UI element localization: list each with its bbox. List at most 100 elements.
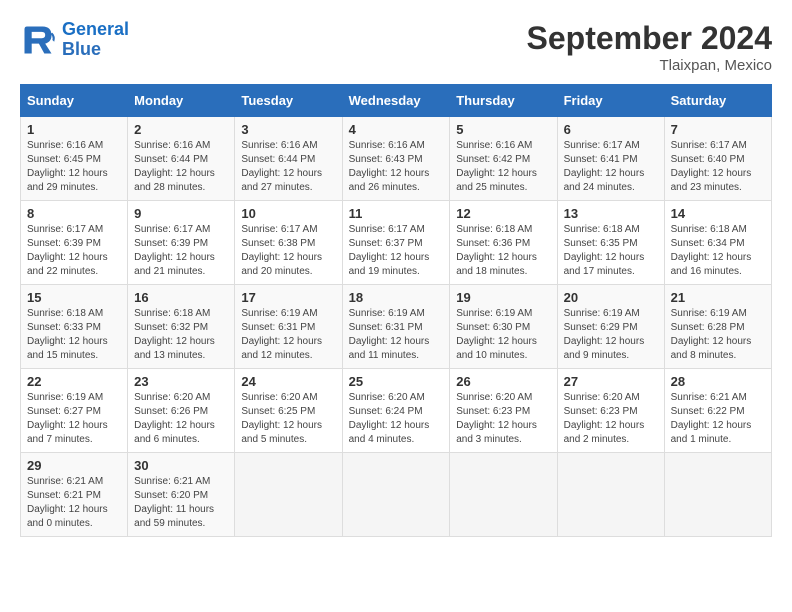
day-info: Sunrise: 6:20 AM Sunset: 6:23 PM Dayligh…: [456, 391, 550, 447]
weekday-header-row: Sunday Monday Tuesday Wednesday Thursday…: [21, 85, 772, 117]
day-info: Sunrise: 6:16 AM Sunset: 6:43 PM Dayligh…: [349, 139, 444, 195]
page-header: General Blue September 2024 Tlaixpan, Me…: [20, 20, 772, 74]
calendar-cell: 7 Sunrise: 6:17 AM Sunset: 6:40 PM Dayli…: [664, 117, 771, 201]
day-info: Sunrise: 6:17 AM Sunset: 6:37 PM Dayligh…: [349, 223, 444, 279]
calendar-table: Sunday Monday Tuesday Wednesday Thursday…: [20, 84, 772, 537]
calendar-cell: 26 Sunrise: 6:20 AM Sunset: 6:23 PM Dayl…: [450, 369, 557, 453]
day-number: 11: [349, 206, 444, 221]
calendar-cell: 18 Sunrise: 6:19 AM Sunset: 6:31 PM Dayl…: [342, 285, 450, 369]
calendar-cell: [235, 453, 342, 537]
day-number: 5: [456, 122, 550, 137]
calendar-subtitle: Tlaixpan, Mexico: [527, 57, 772, 74]
day-info: Sunrise: 6:16 AM Sunset: 6:44 PM Dayligh…: [134, 139, 228, 195]
day-info: Sunrise: 6:18 AM Sunset: 6:33 PM Dayligh…: [27, 307, 121, 363]
day-number: 27: [564, 374, 658, 389]
day-info: Sunrise: 6:21 AM Sunset: 6:21 PM Dayligh…: [27, 475, 121, 531]
day-info: Sunrise: 6:19 AM Sunset: 6:31 PM Dayligh…: [241, 307, 335, 363]
calendar-cell: 27 Sunrise: 6:20 AM Sunset: 6:23 PM Dayl…: [557, 369, 664, 453]
calendar-week-row: 15 Sunrise: 6:18 AM Sunset: 6:33 PM Dayl…: [21, 285, 772, 369]
day-number: 26: [456, 374, 550, 389]
day-info: Sunrise: 6:17 AM Sunset: 6:39 PM Dayligh…: [134, 223, 228, 279]
day-number: 29: [27, 458, 121, 473]
calendar-cell: 23 Sunrise: 6:20 AM Sunset: 6:26 PM Dayl…: [128, 369, 235, 453]
calendar-cell: [664, 453, 771, 537]
calendar-cell: 8 Sunrise: 6:17 AM Sunset: 6:39 PM Dayli…: [21, 201, 128, 285]
day-info: Sunrise: 6:19 AM Sunset: 6:30 PM Dayligh…: [456, 307, 550, 363]
day-info: Sunrise: 6:21 AM Sunset: 6:20 PM Dayligh…: [134, 475, 228, 531]
day-info: Sunrise: 6:18 AM Sunset: 6:36 PM Dayligh…: [456, 223, 550, 279]
day-info: Sunrise: 6:16 AM Sunset: 6:42 PM Dayligh…: [456, 139, 550, 195]
calendar-cell: 6 Sunrise: 6:17 AM Sunset: 6:41 PM Dayli…: [557, 117, 664, 201]
calendar-cell: 15 Sunrise: 6:18 AM Sunset: 6:33 PM Dayl…: [21, 285, 128, 369]
header-saturday: Saturday: [664, 85, 771, 117]
day-info: Sunrise: 6:20 AM Sunset: 6:26 PM Dayligh…: [134, 391, 228, 447]
day-info: Sunrise: 6:19 AM Sunset: 6:27 PM Dayligh…: [27, 391, 121, 447]
calendar-cell: 16 Sunrise: 6:18 AM Sunset: 6:32 PM Dayl…: [128, 285, 235, 369]
day-number: 10: [241, 206, 335, 221]
day-number: 3: [241, 122, 335, 137]
calendar-cell: 28 Sunrise: 6:21 AM Sunset: 6:22 PM Dayl…: [664, 369, 771, 453]
day-number: 25: [349, 374, 444, 389]
calendar-cell: 4 Sunrise: 6:16 AM Sunset: 6:43 PM Dayli…: [342, 117, 450, 201]
day-number: 24: [241, 374, 335, 389]
header-sunday: Sunday: [21, 85, 128, 117]
day-number: 21: [671, 290, 765, 305]
day-info: Sunrise: 6:16 AM Sunset: 6:45 PM Dayligh…: [27, 139, 121, 195]
calendar-cell: 13 Sunrise: 6:18 AM Sunset: 6:35 PM Dayl…: [557, 201, 664, 285]
calendar-cell: 10 Sunrise: 6:17 AM Sunset: 6:38 PM Dayl…: [235, 201, 342, 285]
day-info: Sunrise: 6:16 AM Sunset: 6:44 PM Dayligh…: [241, 139, 335, 195]
day-info: Sunrise: 6:19 AM Sunset: 6:31 PM Dayligh…: [349, 307, 444, 363]
day-number: 17: [241, 290, 335, 305]
logo-icon: [20, 22, 56, 58]
calendar-cell: 30 Sunrise: 6:21 AM Sunset: 6:20 PM Dayl…: [128, 453, 235, 537]
day-number: 28: [671, 374, 765, 389]
calendar-cell: [450, 453, 557, 537]
day-number: 9: [134, 206, 228, 221]
header-thursday: Thursday: [450, 85, 557, 117]
day-number: 15: [27, 290, 121, 305]
calendar-week-row: 8 Sunrise: 6:17 AM Sunset: 6:39 PM Dayli…: [21, 201, 772, 285]
calendar-cell: 17 Sunrise: 6:19 AM Sunset: 6:31 PM Dayl…: [235, 285, 342, 369]
calendar-cell: 12 Sunrise: 6:18 AM Sunset: 6:36 PM Dayl…: [450, 201, 557, 285]
day-info: Sunrise: 6:19 AM Sunset: 6:28 PM Dayligh…: [671, 307, 765, 363]
title-section: September 2024 Tlaixpan, Mexico: [527, 20, 772, 74]
day-number: 8: [27, 206, 121, 221]
calendar-cell: 14 Sunrise: 6:18 AM Sunset: 6:34 PM Dayl…: [664, 201, 771, 285]
calendar-cell: 25 Sunrise: 6:20 AM Sunset: 6:24 PM Dayl…: [342, 369, 450, 453]
day-number: 16: [134, 290, 228, 305]
day-number: 22: [27, 374, 121, 389]
calendar-title: September 2024: [527, 20, 772, 57]
day-number: 6: [564, 122, 658, 137]
day-info: Sunrise: 6:17 AM Sunset: 6:39 PM Dayligh…: [27, 223, 121, 279]
calendar-cell: 20 Sunrise: 6:19 AM Sunset: 6:29 PM Dayl…: [557, 285, 664, 369]
day-info: Sunrise: 6:17 AM Sunset: 6:40 PM Dayligh…: [671, 139, 765, 195]
day-number: 20: [564, 290, 658, 305]
calendar-cell: 3 Sunrise: 6:16 AM Sunset: 6:44 PM Dayli…: [235, 117, 342, 201]
day-number: 14: [671, 206, 765, 221]
calendar-cell: 24 Sunrise: 6:20 AM Sunset: 6:25 PM Dayl…: [235, 369, 342, 453]
logo: General Blue: [20, 20, 129, 60]
calendar-cell: 19 Sunrise: 6:19 AM Sunset: 6:30 PM Dayl…: [450, 285, 557, 369]
calendar-week-row: 1 Sunrise: 6:16 AM Sunset: 6:45 PM Dayli…: [21, 117, 772, 201]
day-number: 30: [134, 458, 228, 473]
calendar-cell: 2 Sunrise: 6:16 AM Sunset: 6:44 PM Dayli…: [128, 117, 235, 201]
day-number: 12: [456, 206, 550, 221]
header-monday: Monday: [128, 85, 235, 117]
header-wednesday: Wednesday: [342, 85, 450, 117]
calendar-cell: 22 Sunrise: 6:19 AM Sunset: 6:27 PM Dayl…: [21, 369, 128, 453]
calendar-cell: 11 Sunrise: 6:17 AM Sunset: 6:37 PM Dayl…: [342, 201, 450, 285]
calendar-week-row: 29 Sunrise: 6:21 AM Sunset: 6:21 PM Dayl…: [21, 453, 772, 537]
day-info: Sunrise: 6:20 AM Sunset: 6:23 PM Dayligh…: [564, 391, 658, 447]
day-info: Sunrise: 6:19 AM Sunset: 6:29 PM Dayligh…: [564, 307, 658, 363]
day-number: 4: [349, 122, 444, 137]
day-info: Sunrise: 6:20 AM Sunset: 6:25 PM Dayligh…: [241, 391, 335, 447]
day-number: 19: [456, 290, 550, 305]
header-friday: Friday: [557, 85, 664, 117]
calendar-cell: 9 Sunrise: 6:17 AM Sunset: 6:39 PM Dayli…: [128, 201, 235, 285]
day-info: Sunrise: 6:17 AM Sunset: 6:38 PM Dayligh…: [241, 223, 335, 279]
day-number: 13: [564, 206, 658, 221]
calendar-cell: 5 Sunrise: 6:16 AM Sunset: 6:42 PM Dayli…: [450, 117, 557, 201]
day-info: Sunrise: 6:21 AM Sunset: 6:22 PM Dayligh…: [671, 391, 765, 447]
logo-text: General Blue: [62, 20, 129, 60]
day-info: Sunrise: 6:18 AM Sunset: 6:32 PM Dayligh…: [134, 307, 228, 363]
